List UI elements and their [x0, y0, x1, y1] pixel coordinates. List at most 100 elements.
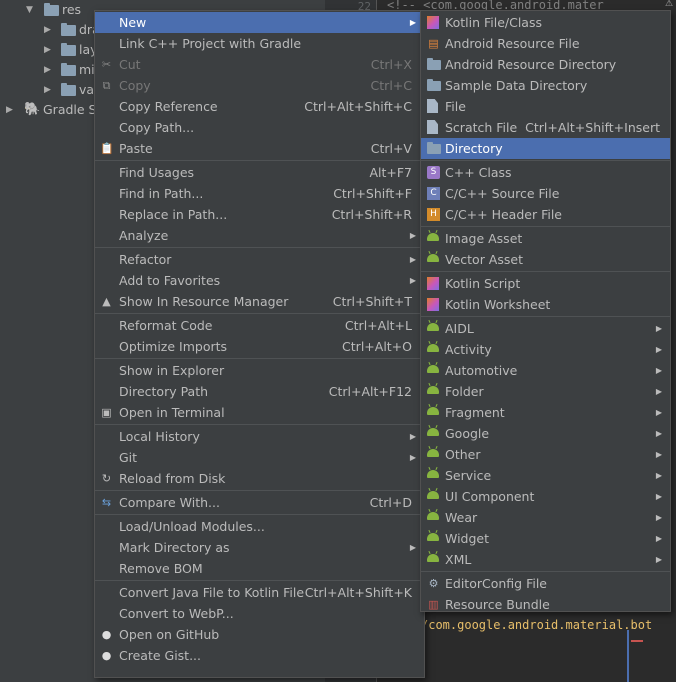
- submenu-item-fragment[interactable]: Fragment ▶: [421, 402, 670, 423]
- submenu-item-ui-component[interactable]: UI Component ▶: [421, 486, 670, 507]
- menu-item-new[interactable]: New ▶: [95, 12, 424, 33]
- menu-item-label: Wear: [445, 510, 478, 525]
- menu-item-shortcut: Alt+F7: [369, 165, 412, 180]
- menu-item-label: Reload from Disk: [119, 471, 226, 486]
- menu-item-link-c-project-with-gradle[interactable]: Link C++ Project with Gradle: [95, 33, 424, 54]
- submenu-item-android-resource-file[interactable]: ▤ Android Resource File: [421, 33, 670, 54]
- menu-item-convert-to-webp[interactable]: Convert to WebP...: [95, 603, 424, 624]
- menu-item-mark-directory-as[interactable]: Mark Directory as ▶: [95, 537, 424, 558]
- menu-item-label: C++ Class: [445, 165, 512, 180]
- copy-icon: ⧉: [102, 79, 111, 92]
- resource-manager-icon: ▲: [102, 295, 111, 308]
- menu-item-label: Convert to WebP...: [119, 606, 234, 621]
- menu-item-label: Vector Asset: [445, 252, 523, 267]
- menu-item-add-to-favorites[interactable]: Add to Favorites ▶: [95, 270, 424, 291]
- gear-icon: ⚙: [428, 577, 439, 590]
- android-resource-file-icon: ▤: [428, 37, 439, 50]
- menu-item-reformat-code[interactable]: Reformat Code Ctrl+Alt+L: [95, 315, 424, 336]
- menu-item-label: Replace in Path...: [119, 207, 228, 222]
- cpp-source-icon: C: [427, 187, 440, 200]
- menu-item-convert-java-file-to-kotlin-file[interactable]: Convert Java File to Kotlin File Ctrl+Alt…: [95, 582, 424, 603]
- submenu-item-resource-bundle[interactable]: ▥ Resource Bundle: [421, 594, 670, 615]
- menu-item-shortcut: Ctrl+Shift+F: [333, 186, 412, 201]
- menu-item-label: New: [119, 15, 147, 30]
- submenu-item-kotlin-worksheet[interactable]: Kotlin Worksheet: [421, 294, 670, 315]
- menu-item-load-unload-modules[interactable]: Load/Unload Modules...: [95, 516, 424, 537]
- folder-icon: [61, 23, 76, 36]
- submenu-item-google[interactable]: Google ▶: [421, 423, 670, 444]
- menu-separator: [95, 514, 424, 515]
- collapse-arrow-icon[interactable]: ▶: [6, 100, 13, 120]
- collapse-arrow-icon[interactable]: ▶: [44, 40, 51, 60]
- menu-item-refactor[interactable]: Refactor ▶: [95, 249, 424, 270]
- menu-item-copy-reference[interactable]: Copy Reference Ctrl+Alt+Shift+C: [95, 96, 424, 117]
- submenu-arrow-icon: ▶: [655, 450, 662, 459]
- collapse-arrow-icon[interactable]: ▶: [44, 60, 51, 80]
- menu-item-show-in-explorer[interactable]: Show in Explorer: [95, 360, 424, 381]
- menu-separator: [95, 358, 424, 359]
- menu-item-replace-in-path[interactable]: Replace in Path... Ctrl+Shift+R: [95, 204, 424, 225]
- menu-item-remove-bom[interactable]: Remove BOM: [95, 558, 424, 579]
- submenu-item-folder[interactable]: Folder ▶: [421, 381, 670, 402]
- menu-item-find-in-path[interactable]: Find in Path... Ctrl+Shift+F: [95, 183, 424, 204]
- submenu-item-activity[interactable]: Activity ▶: [421, 339, 670, 360]
- submenu-item-c-c-source-file[interactable]: C C/C++ Source File: [421, 183, 670, 204]
- menu-item-label: Open in Terminal: [119, 405, 225, 420]
- submenu-item-other[interactable]: Other ▶: [421, 444, 670, 465]
- android-icon: [427, 254, 439, 262]
- menu-item-open-on-github[interactable]: ● Open on GitHub: [95, 624, 424, 645]
- menu-item-optimize-imports[interactable]: Optimize Imports Ctrl+Alt+O: [95, 336, 424, 357]
- collapse-arrow-icon[interactable]: ▶: [44, 80, 51, 100]
- menu-item-local-history[interactable]: Local History ▶: [95, 426, 424, 447]
- menu-separator: [95, 247, 424, 248]
- submenu-item-automotive[interactable]: Automotive ▶: [421, 360, 670, 381]
- submenu-item-vector-asset[interactable]: Vector Asset: [421, 249, 670, 270]
- submenu-item-c-c-header-file[interactable]: H C/C++ Header File: [421, 204, 670, 225]
- inspection-icon: ⚠: [665, 0, 674, 9]
- submenu-item-xml[interactable]: XML ▶: [421, 549, 670, 570]
- submenu-item-wear[interactable]: Wear ▶: [421, 507, 670, 528]
- github-icon: ●: [101, 649, 112, 662]
- menu-item-open-in-terminal[interactable]: ▣ Open in Terminal: [95, 402, 424, 423]
- submenu-item-image-asset[interactable]: Image Asset: [421, 228, 670, 249]
- menu-item-label: Folder: [445, 384, 484, 399]
- submenu-item-c-class[interactable]: S C++ Class: [421, 162, 670, 183]
- menu-item-copy-path[interactable]: Copy Path...: [95, 117, 424, 138]
- menu-item-reload-from-disk[interactable]: ↻ Reload from Disk: [95, 468, 424, 489]
- submenu-item-file[interactable]: File: [421, 96, 670, 117]
- submenu-item-kotlin-script[interactable]: Kotlin Script: [421, 273, 670, 294]
- submenu-item-widget[interactable]: Widget ▶: [421, 528, 670, 549]
- submenu-item-kotlin-file-class[interactable]: Kotlin File/Class: [421, 12, 670, 33]
- menu-item-compare-with[interactable]: ⇆ Compare With... Ctrl+D: [95, 492, 424, 513]
- menu-item-label: Image Asset: [445, 231, 523, 246]
- menu-item-create-gist[interactable]: ● Create Gist...: [95, 645, 424, 666]
- scratch-file-icon: [427, 120, 438, 134]
- expand-arrow-icon[interactable]: ▼: [26, 0, 33, 20]
- menu-item-label: Activity: [445, 342, 492, 357]
- collapse-arrow-icon[interactable]: ▶: [44, 20, 51, 40]
- submenu-arrow-icon: ▶: [409, 453, 416, 462]
- submenu-item-sample-data-directory[interactable]: Sample Data Directory: [421, 75, 670, 96]
- menu-item-analyze[interactable]: Analyze ▶: [95, 225, 424, 246]
- caret-marker: [627, 630, 629, 682]
- file-icon: [427, 99, 438, 113]
- submenu-item-android-resource-directory[interactable]: Android Resource Directory: [421, 54, 670, 75]
- menu-item-directory-path[interactable]: Directory Path Ctrl+Alt+F12: [95, 381, 424, 402]
- menu-item-git[interactable]: Git ▶: [95, 447, 424, 468]
- submenu-item-scratch-file[interactable]: Scratch File Ctrl+Alt+Shift+Insert: [421, 117, 670, 138]
- submenu-arrow-icon: ▶: [655, 345, 662, 354]
- submenu-item-directory[interactable]: Directory: [421, 138, 670, 159]
- menu-item-show-in-resource-manager[interactable]: ▲ Show In Resource Manager Ctrl+Shift+T: [95, 291, 424, 312]
- menu-item-label: Analyze: [119, 228, 169, 243]
- submenu-arrow-icon: ▶: [655, 387, 662, 396]
- submenu-item-service[interactable]: Service ▶: [421, 465, 670, 486]
- menu-item-find-usages[interactable]: Find Usages Alt+F7: [95, 162, 424, 183]
- menu-item-paste[interactable]: 📋 Paste Ctrl+V: [95, 138, 424, 159]
- submenu-item-aidl[interactable]: AIDL ▶: [421, 318, 670, 339]
- submenu-arrow-icon: ▶: [655, 408, 662, 417]
- submenu-arrow-icon: ▶: [655, 324, 662, 333]
- menu-item-label: Scratch File: [445, 120, 518, 135]
- menu-item-label: File: [445, 99, 466, 114]
- menu-separator: [421, 271, 670, 272]
- submenu-item-editorconfig-file[interactable]: ⚙ EditorConfig File: [421, 573, 670, 594]
